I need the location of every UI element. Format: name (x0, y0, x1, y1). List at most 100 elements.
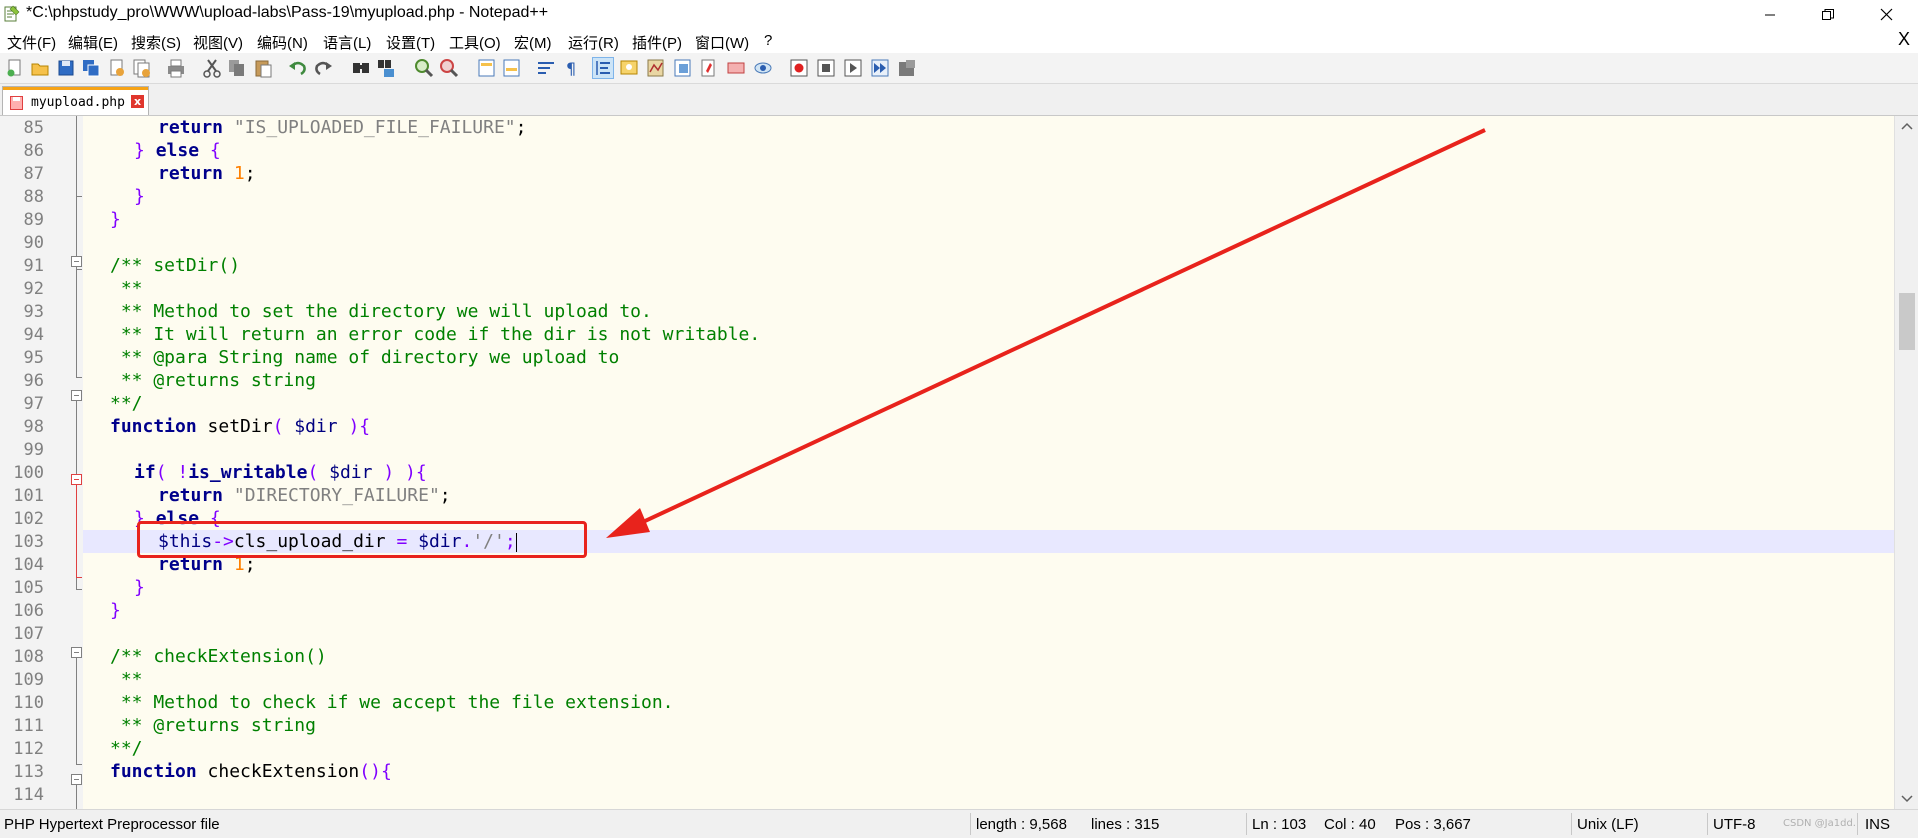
scroll-up-button[interactable] (1895, 116, 1918, 138)
cut-icon[interactable] (201, 57, 223, 79)
status-separator (1707, 813, 1708, 835)
menu-settings[interactable]: 设置(T) (386, 32, 435, 53)
line-number: 101 (13, 486, 44, 506)
status-length: length : 9,568 (976, 816, 1067, 833)
line-number: 85 (23, 118, 44, 138)
chevron-down-icon (1901, 795, 1913, 803)
status-insert-mode[interactable]: INS (1865, 816, 1890, 833)
close-icon[interactable] (106, 57, 128, 79)
line-number: 100 (13, 463, 44, 483)
status-position: Pos : 3,667 (1395, 816, 1471, 833)
new-file-icon[interactable] (4, 57, 26, 79)
code-text: if( !is_writable( $dir ) ){ (134, 462, 427, 483)
minimize-icon (1765, 14, 1775, 15)
code-text: } (134, 577, 145, 598)
folder-as-workspace-icon[interactable] (698, 57, 720, 79)
menu-macro[interactable]: 宏(M) (514, 32, 552, 53)
sync-horizontal-icon[interactable] (501, 57, 523, 79)
line-number: 102 (13, 509, 44, 529)
line-number: 99 (23, 440, 44, 460)
unsaved-file-icon (10, 96, 23, 110)
run-macro-multiple-icon[interactable] (869, 57, 891, 79)
restore-button[interactable] (1799, 0, 1857, 29)
close-document-button[interactable]: X (1898, 29, 1910, 50)
tab-myupload-php[interactable]: myupload.php x (2, 86, 149, 115)
menu-encoding[interactable]: 编码(N) (257, 32, 308, 53)
scroll-thumb[interactable] (1899, 293, 1915, 350)
save-icon[interactable] (55, 57, 77, 79)
word-wrap-icon[interactable] (535, 57, 557, 79)
notepad-plus-plus-window: *C:\phpstudy_pro\WWW\upload-labs\Pass-19… (0, 0, 1918, 838)
monitoring-icon[interactable] (725, 57, 747, 79)
line-number: 113 (13, 762, 44, 782)
eye-icon[interactable] (752, 57, 774, 79)
zoom-out-icon[interactable] (438, 57, 460, 79)
line-number: 103 (13, 532, 44, 552)
menu-help[interactable]: ? (764, 32, 772, 49)
code-text: return "DIRECTORY_FAILURE"; (158, 485, 451, 506)
open-file-icon[interactable] (29, 57, 51, 79)
menu-run[interactable]: 运行(R) (568, 32, 619, 53)
close-window-button[interactable] (1857, 0, 1915, 29)
code-line: 100 if( !is_writable( $dir ) ){ (0, 461, 1894, 484)
code-line: 96 ** @returns string (0, 369, 1894, 392)
line-number: 110 (13, 693, 44, 713)
toolbar: ¶ (0, 53, 1918, 84)
undo-icon[interactable] (287, 57, 309, 79)
redo-icon[interactable] (312, 57, 334, 79)
save-all-icon[interactable] (80, 57, 102, 79)
code-comment: **/ (110, 393, 143, 414)
code-line: 111 ** @returns string (0, 714, 1894, 737)
code-text: } (110, 209, 121, 230)
status-encoding[interactable]: UTF-8 (1713, 816, 1756, 833)
indent-guide-icon[interactable] (592, 57, 614, 79)
record-macro-icon[interactable] (788, 57, 810, 79)
minimize-button[interactable] (1741, 0, 1799, 29)
menu-edit[interactable]: 编辑(E) (68, 32, 118, 53)
scroll-down-button[interactable] (1895, 787, 1918, 809)
menu-view[interactable]: 视图(V) (193, 32, 243, 53)
document-map-icon[interactable] (645, 57, 667, 79)
code-line: 95 ** @para String name of directory we … (0, 346, 1894, 369)
playback-macro-icon[interactable] (842, 57, 864, 79)
menu-file[interactable]: 文件(F) (7, 32, 56, 53)
show-all-chars-icon[interactable]: ¶ (560, 57, 582, 79)
zoom-in-icon[interactable] (413, 57, 435, 79)
close-all-icon[interactable] (131, 57, 153, 79)
function-list-icon[interactable] (672, 57, 694, 79)
find-icon[interactable] (350, 57, 372, 79)
line-number: 86 (23, 141, 44, 161)
user-language-icon[interactable] (618, 57, 640, 79)
status-bar: PHP Hypertext Preprocessor file length :… (0, 809, 1918, 838)
paste-icon[interactable] (252, 57, 274, 79)
code-line: 109 ** (0, 668, 1894, 691)
line-number: 87 (23, 164, 44, 184)
line-number: 94 (23, 325, 44, 345)
code-line: 110 ** Method to check if we accept the … (0, 691, 1894, 714)
copy-icon[interactable] (226, 57, 248, 79)
stop-recording-icon[interactable] (815, 57, 837, 79)
save-macro-icon[interactable] (896, 57, 918, 79)
menu-language[interactable]: 语言(L) (323, 32, 371, 53)
code-comment: **/ (110, 738, 143, 759)
code-editor[interactable]: 85 return "IS_UPLOADED_FILE_FAILURE"; 86… (0, 116, 1894, 809)
sync-vertical-icon[interactable] (476, 57, 498, 79)
code-line: 112 **/ (0, 737, 1894, 760)
code-text: } else { (134, 140, 221, 161)
menu-search[interactable]: 搜索(S) (131, 32, 181, 53)
code-text: } (134, 186, 145, 207)
code-text: return "IS_UPLOADED_FILE_FAILURE"; (158, 117, 527, 138)
vertical-scrollbar[interactable] (1894, 116, 1918, 809)
code-line: 86 } else { (0, 139, 1894, 162)
replace-icon[interactable] (375, 57, 397, 79)
line-number: 90 (23, 233, 44, 253)
line-number: 95 (23, 348, 44, 368)
print-icon[interactable] (165, 57, 187, 79)
status-eol[interactable]: Unix (LF) (1577, 816, 1639, 833)
menu-plugins[interactable]: 插件(P) (632, 32, 682, 53)
tab-close-button[interactable]: x (131, 95, 144, 108)
menu-tools[interactable]: 工具(O) (449, 32, 501, 53)
tab-bar: myupload.php x (0, 84, 1918, 116)
code-line: 87 return 1; (0, 162, 1894, 185)
menu-window[interactable]: 窗口(W) (695, 32, 749, 53)
